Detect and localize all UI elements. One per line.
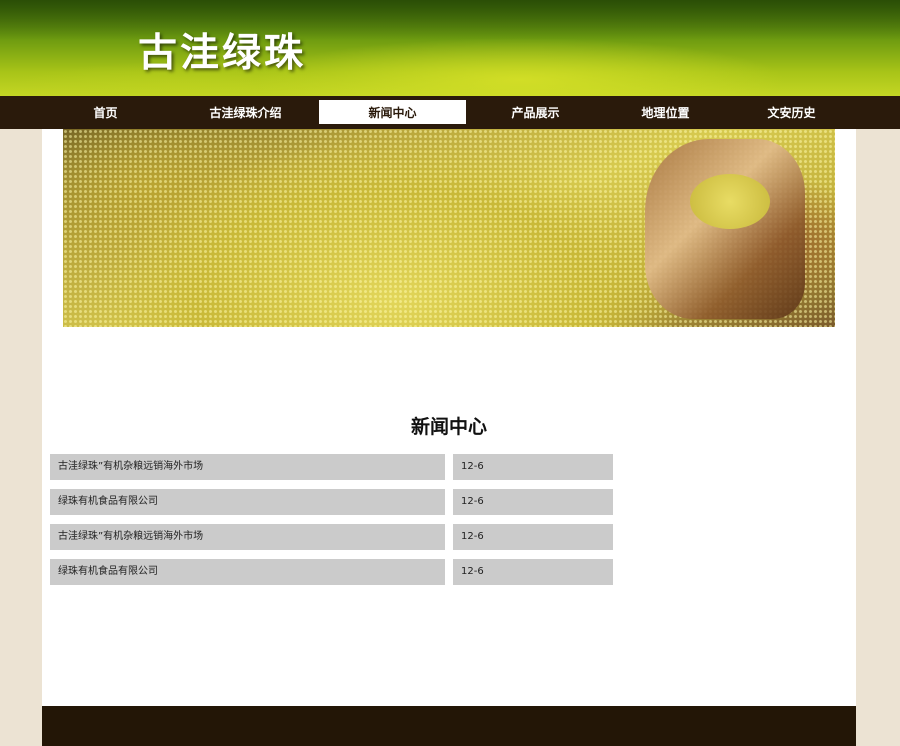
news-title-link[interactable]: 绿珠有机食品有限公司 [50,559,445,585]
main-nav: 首页 古洼绿珠介绍 新闻中心 产品展示 地理位置 文安历史 [0,96,900,129]
nav-item-news[interactable]: 新闻中心 [319,100,466,124]
main-content: 新闻中心 古洼绿珠”有机杂粮远销海外市场 12-6 绿珠有机食品有限公司 12-… [42,129,856,706]
news-date: 12-6 [453,489,613,515]
news-date: 12-6 [453,524,613,550]
news-heading: 新闻中心 [410,416,487,438]
news-date: 12-6 [453,454,613,480]
site-header: 古洼绿珠 [0,0,900,96]
nav-item-location[interactable]: 地理位置 [592,100,739,124]
site-footer [42,706,856,746]
grain-sack-opening [690,174,770,229]
news-title-link[interactable]: 古洼绿珠”有机杂粮远销海外市场 [50,454,445,480]
nav-item-history[interactable]: 文安历史 [718,100,865,124]
grain-sack-shape [645,139,805,319]
banner-image [63,129,835,327]
news-title-link[interactable]: 绿珠有机食品有限公司 [50,489,445,515]
site-title: 古洼绿珠 [138,31,307,76]
news-title-link[interactable]: 古洼绿珠”有机杂粮远销海外市场 [50,524,445,550]
nav-item-intro[interactable]: 古洼绿珠介绍 [172,100,319,124]
nav-item-home[interactable]: 首页 [32,100,179,124]
news-date: 12-6 [453,559,613,585]
nav-item-products[interactable]: 产品展示 [462,100,609,124]
